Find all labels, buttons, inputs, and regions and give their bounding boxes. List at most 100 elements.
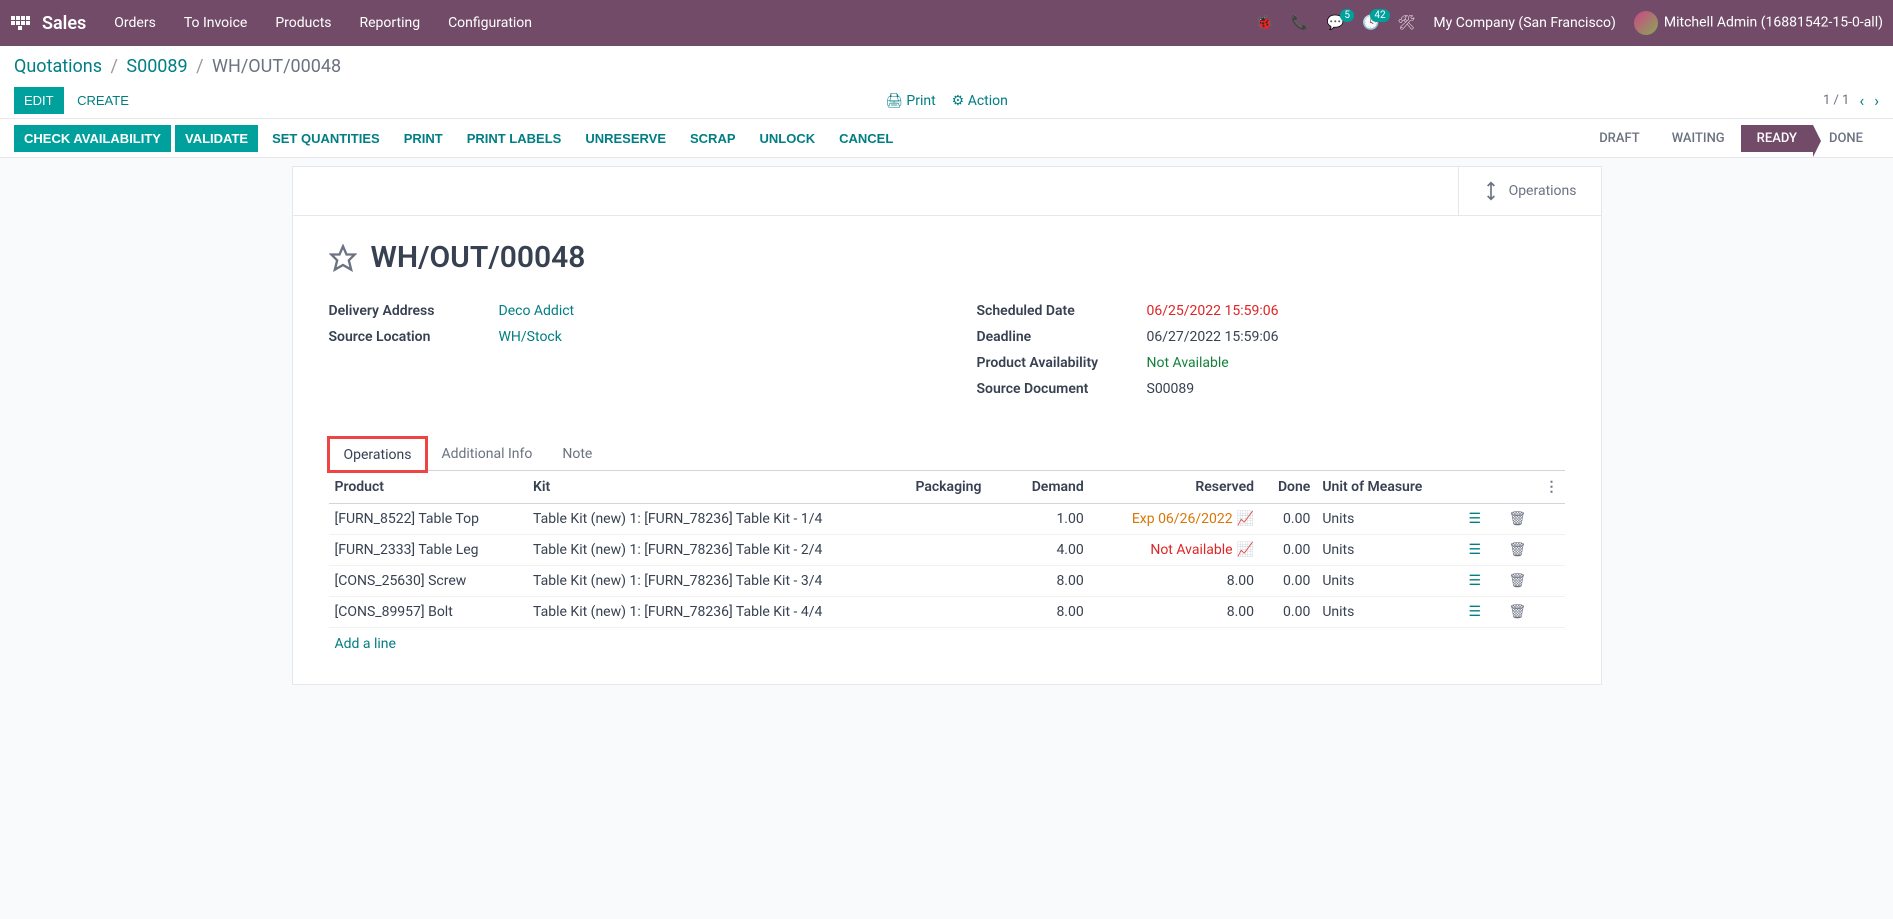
tab-operations[interactable]: Operations: [329, 438, 427, 471]
breadcrumb-root[interactable]: Quotations: [14, 56, 102, 77]
add-line-button[interactable]: Add a line: [329, 628, 1565, 660]
source-location-value[interactable]: WH/Stock: [499, 329, 562, 345]
col-done[interactable]: Done: [1260, 471, 1316, 504]
menu-to-invoice[interactable]: To Invoice: [184, 15, 248, 31]
cell-uom[interactable]: Units: [1316, 566, 1458, 597]
apps-icon[interactable]: [10, 13, 30, 33]
cell-reserved[interactable]: 8.00: [1090, 597, 1260, 628]
user-menu[interactable]: Mitchell Admin (16881542-15-0-all): [1634, 11, 1883, 35]
menu-orders[interactable]: Orders: [114, 15, 156, 31]
menu-configuration[interactable]: Configuration: [448, 15, 532, 31]
cell-reserved[interactable]: Not Available📈: [1090, 535, 1260, 566]
pager-prev-icon[interactable]: ‹: [1859, 91, 1864, 110]
cell-kit[interactable]: Table Kit (new) 1: [FURN_78236] Table Ki…: [527, 504, 909, 535]
cell-uom[interactable]: Units: [1316, 597, 1458, 628]
phone-icon[interactable]: 📞: [1291, 15, 1308, 31]
stage-ready[interactable]: READY: [1741, 125, 1813, 152]
scrap-button[interactable]: SCRAP: [680, 125, 746, 152]
print-button[interactable]: PRINT: [394, 125, 453, 152]
tools-icon[interactable]: 🛠: [1398, 15, 1416, 31]
top-menu: Orders To Invoice Products Reporting Con…: [114, 15, 1256, 31]
stage-draft[interactable]: DRAFT: [1583, 125, 1656, 152]
detailed-operations-icon[interactable]: ☰: [1465, 573, 1486, 589]
operations-table: Product Kit Packaging Demand Reserved Do…: [329, 471, 1565, 628]
cell-demand[interactable]: 1.00: [1008, 504, 1089, 535]
source-doc-value[interactable]: S00089: [1147, 381, 1195, 397]
cell-uom[interactable]: Units: [1316, 504, 1458, 535]
cell-packaging[interactable]: [909, 535, 1008, 566]
activities-icon[interactable]: 🕓42: [1362, 15, 1379, 31]
table-row[interactable]: [FURN_8522] Table TopTable Kit (new) 1: …: [329, 504, 1565, 535]
detailed-operations-icon[interactable]: ☰: [1465, 604, 1486, 620]
validate-button[interactable]: VALIDATE: [175, 125, 258, 152]
unlock-button[interactable]: UNLOCK: [750, 125, 826, 152]
edit-button[interactable]: EDIT: [14, 87, 64, 114]
scheduled-date-value[interactable]: 06/25/2022 15:59:06: [1147, 303, 1279, 319]
cell-done[interactable]: 0.00: [1260, 504, 1316, 535]
menu-products[interactable]: Products: [275, 15, 331, 31]
stage-done[interactable]: DONE: [1813, 125, 1879, 152]
pager-text: 1 / 1: [1823, 93, 1849, 108]
cell-packaging[interactable]: [909, 504, 1008, 535]
cell-packaging[interactable]: [909, 566, 1008, 597]
detailed-operations-icon[interactable]: ☰: [1465, 511, 1486, 527]
cell-packaging[interactable]: [909, 597, 1008, 628]
create-button[interactable]: CREATE: [67, 87, 139, 114]
cell-product[interactable]: [FURN_2333] Table Leg: [329, 535, 528, 566]
check-availability-button[interactable]: CHECK AVAILABILITY: [14, 125, 171, 152]
forecast-icon[interactable]: 📈: [1237, 511, 1254, 527]
cell-kit[interactable]: Table Kit (new) 1: [FURN_78236] Table Ki…: [527, 535, 909, 566]
print-action[interactable]: 🖨 Print: [885, 93, 936, 109]
cell-done[interactable]: 0.00: [1260, 597, 1316, 628]
delete-row-icon[interactable]: 🗑: [1505, 542, 1531, 558]
debug-icon[interactable]: 🐞: [1256, 15, 1273, 31]
messages-icon[interactable]: 💬5: [1327, 15, 1344, 31]
set-quantities-button[interactable]: SET QUANTITIES: [262, 125, 390, 152]
cell-demand[interactable]: 8.00: [1008, 597, 1089, 628]
delete-row-icon[interactable]: 🗑: [1505, 604, 1531, 620]
cell-done[interactable]: 0.00: [1260, 535, 1316, 566]
avatar: [1634, 11, 1658, 35]
stage-waiting[interactable]: WAITING: [1656, 125, 1741, 152]
cell-done[interactable]: 0.00: [1260, 566, 1316, 597]
cell-demand[interactable]: 8.00: [1008, 566, 1089, 597]
col-demand[interactable]: Demand: [1008, 471, 1089, 504]
unreserve-button[interactable]: UNRESERVE: [575, 125, 676, 152]
col-packaging[interactable]: Packaging: [909, 471, 1008, 504]
delete-row-icon[interactable]: 🗑: [1505, 511, 1531, 527]
tab-additional-info[interactable]: Additional Info: [426, 437, 547, 470]
app-brand[interactable]: Sales: [42, 13, 86, 34]
delivery-address-value[interactable]: Deco Addict: [499, 303, 575, 319]
forecast-icon[interactable]: 📈: [1237, 542, 1254, 558]
star-icon[interactable]: [329, 244, 357, 272]
cell-product[interactable]: [FURN_8522] Table Top: [329, 504, 528, 535]
cell-kit[interactable]: Table Kit (new) 1: [FURN_78236] Table Ki…: [527, 566, 909, 597]
col-reserved[interactable]: Reserved: [1090, 471, 1260, 504]
menu-reporting[interactable]: Reporting: [360, 15, 421, 31]
detailed-operations-icon[interactable]: ☰: [1465, 542, 1486, 558]
cell-uom[interactable]: Units: [1316, 535, 1458, 566]
tab-note[interactable]: Note: [547, 437, 607, 470]
cell-product[interactable]: [CONS_89957] Bolt: [329, 597, 528, 628]
breadcrumb-parent[interactable]: S00089: [126, 56, 187, 77]
company-switcher[interactable]: My Company (San Francisco): [1433, 15, 1615, 31]
delete-row-icon[interactable]: 🗑: [1505, 573, 1531, 589]
action-dropdown[interactable]: ⚙ Action: [952, 93, 1008, 109]
table-row[interactable]: [CONS_89957] BoltTable Kit (new) 1: [FUR…: [329, 597, 1565, 628]
cell-demand[interactable]: 4.00: [1008, 535, 1089, 566]
operations-stat-button[interactable]: Operations: [1458, 167, 1601, 215]
statusbar-buttons: CHECK AVAILABILITY VALIDATE SET QUANTITI…: [14, 125, 903, 152]
table-options-icon[interactable]: ⋮: [1545, 479, 1559, 495]
col-kit[interactable]: Kit: [527, 471, 909, 504]
cancel-button[interactable]: CANCEL: [829, 125, 903, 152]
pager-next-icon[interactable]: ›: [1874, 91, 1879, 110]
cell-reserved[interactable]: Exp 06/26/2022📈: [1090, 504, 1260, 535]
cell-product[interactable]: [CONS_25630] Screw: [329, 566, 528, 597]
print-labels-button[interactable]: PRINT LABELS: [457, 125, 572, 152]
table-row[interactable]: [CONS_25630] ScrewTable Kit (new) 1: [FU…: [329, 566, 1565, 597]
col-uom[interactable]: Unit of Measure: [1316, 471, 1458, 504]
col-product[interactable]: Product: [329, 471, 528, 504]
cell-kit[interactable]: Table Kit (new) 1: [FURN_78236] Table Ki…: [527, 597, 909, 628]
cell-reserved[interactable]: 8.00: [1090, 566, 1260, 597]
table-row[interactable]: [FURN_2333] Table LegTable Kit (new) 1: …: [329, 535, 1565, 566]
